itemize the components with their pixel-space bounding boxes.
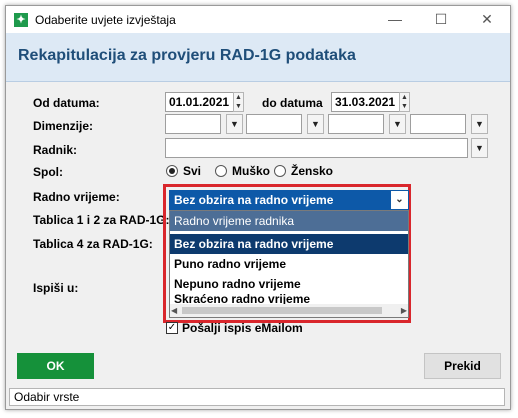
do-datuma-input[interactable]: 31.03.2021 (331, 92, 400, 112)
download-icon[interactable]: ▼ (389, 114, 406, 134)
spol-musko-label: Muško (232, 164, 271, 178)
email-checkbox-label: Pošalji ispis eMailom (182, 321, 303, 335)
email-checkbox[interactable]: ✓ (166, 322, 178, 334)
dropdown-header: Radno vrijeme radnika (170, 211, 408, 231)
spol-musko-radio[interactable] (215, 165, 227, 177)
title-bar: ✦ Odaberite uvjete izvještaja — ☐ ✕ (6, 6, 510, 33)
od-datuma-spinner[interactable]: ▲ ▼ (233, 92, 244, 112)
tablica-4-label: Tablica 4 za RAD-1G: (33, 237, 153, 251)
download-icon[interactable]: ▼ (471, 138, 488, 158)
spol-zensko-label: Žensko (291, 164, 334, 178)
spol-svi-radio[interactable] (166, 165, 178, 177)
close-button[interactable]: ✕ (464, 6, 510, 33)
scroll-thumb[interactable] (182, 307, 382, 314)
radno-vrijeme-label: Radno vrijeme: (33, 190, 120, 204)
radno-vrijeme-select[interactable]: Bez obzira na radno vrijeme ⌄ (169, 190, 409, 210)
download-icon[interactable]: ▼ (307, 114, 324, 134)
minimize-button[interactable]: — (372, 6, 418, 33)
spol-label: Spol: (33, 165, 63, 179)
do-datuma-spinner[interactable]: ▲ ▼ (399, 92, 410, 112)
dimenzija-1-input[interactable] (165, 114, 221, 134)
dimenzija-3-input[interactable] (328, 114, 384, 134)
window-title: Odaberite uvjete izvještaja (35, 13, 176, 27)
prekid-button[interactable]: Prekid (424, 353, 501, 379)
download-icon[interactable]: ▼ (226, 114, 243, 134)
app-icon: ✦ (14, 13, 28, 27)
horizontal-scrollbar[interactable]: ◀ ▶ (170, 304, 408, 317)
dropdown-option[interactable]: Bez obzira na radno vrijeme (170, 234, 408, 254)
page-title: Rekapitulacija za provjeru RAD-1G podata… (18, 47, 356, 64)
dialog-window: ✦ Odaberite uvjete izvještaja — ☐ ✕ Reka… (5, 5, 511, 410)
maximize-button[interactable]: ☐ (418, 6, 464, 33)
spol-zensko-radio[interactable] (274, 165, 286, 177)
radnik-input[interactable] (165, 138, 468, 158)
dialog-header: Rekapitulacija za provjeru RAD-1G podata… (6, 33, 510, 82)
dimenzija-4-input[interactable] (410, 114, 466, 134)
radno-vrijeme-selected: Bez obzira na radno vrijeme (174, 193, 334, 207)
dimenzije-label: Dimenzije: (33, 119, 94, 133)
ispisi-label: Ispiši u: (33, 281, 79, 295)
status-bar: Odabir vrste (9, 388, 505, 406)
do-datuma-label: do datuma (262, 96, 323, 110)
ok-button[interactable]: OK (17, 353, 94, 379)
download-icon[interactable]: ▼ (471, 114, 488, 134)
dropdown-option[interactable]: Puno radno vrijeme (170, 254, 408, 274)
od-datuma-label: Od datuma: (33, 96, 100, 110)
od-datuma-input[interactable]: 01.01.2021 (165, 92, 234, 112)
scroll-right-icon[interactable]: ▶ (401, 304, 407, 317)
radnik-label: Radnik: (33, 143, 78, 157)
tablica-1-2-label: Tablica 1 i 2 za RAD-1G: (33, 213, 170, 227)
dropdown-option[interactable]: Nepuno radno vrijeme (170, 274, 408, 294)
scroll-left-icon[interactable]: ◀ (171, 304, 177, 317)
spol-svi-label: Svi (183, 164, 202, 178)
chevron-down-icon[interactable]: ⌄ (391, 191, 408, 209)
dimenzija-2-input[interactable] (246, 114, 302, 134)
radno-vrijeme-dropdown: Radno vrijeme radnika Bez obzira na radn… (169, 210, 409, 318)
